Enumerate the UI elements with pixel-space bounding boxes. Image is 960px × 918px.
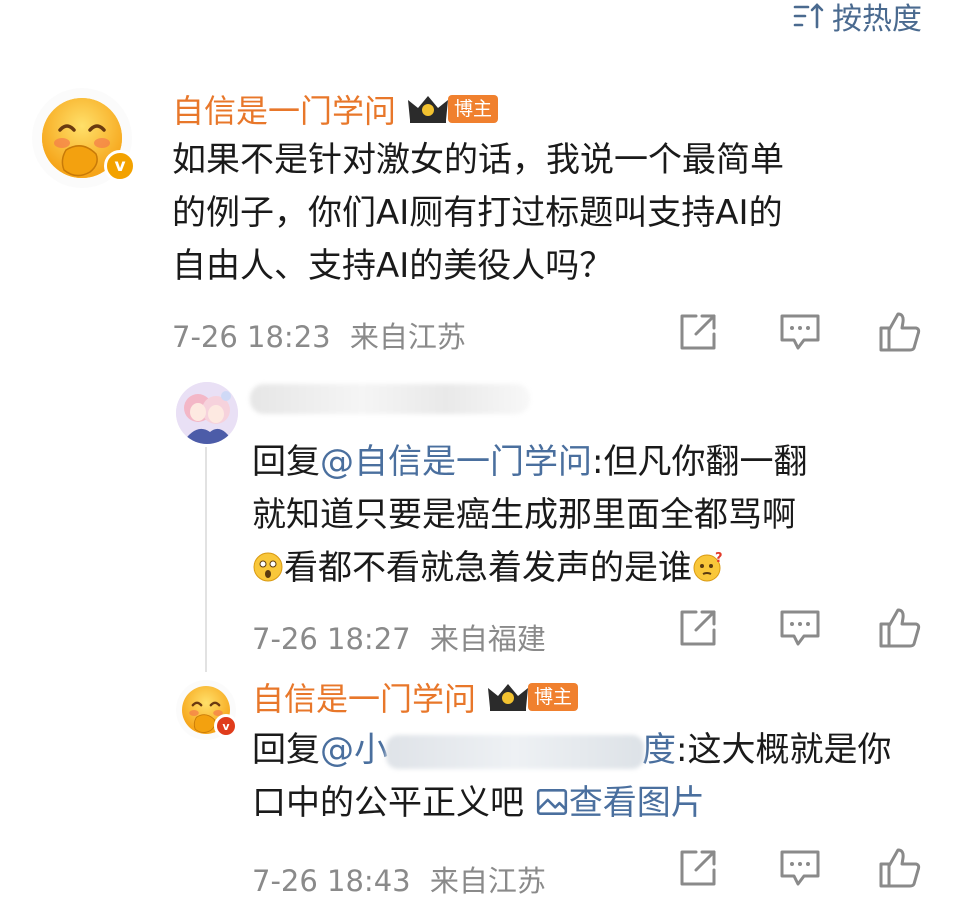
reply-text: 回复@小 度:这大概就是你 口中的公平正义吧 查看图片 — [252, 730, 892, 823]
share-icon[interactable] — [676, 310, 720, 354]
verified-icon: v — [214, 714, 238, 738]
avatar[interactable] — [176, 382, 238, 444]
reply-author[interactable]: 自信是一门学问 博主 — [252, 674, 579, 720]
crown-icon — [408, 96, 449, 123]
comment-icon[interactable] — [778, 310, 822, 354]
sort-icon — [793, 3, 824, 29]
verified-icon: v — [104, 150, 136, 182]
reply-text: 回复@自信是一门学问:但凡你翻一翻 就知道只要是癌生成那里面全都骂啊 看都不看就… — [252, 442, 808, 588]
comment-time: 7-26 18:23 — [172, 320, 331, 354]
emoji-question-icon: ? — [693, 551, 723, 582]
sort-by-hot-button[interactable]: 按热度 — [792, 0, 922, 38]
reply-meta: 7-26 18:43 来自江苏 — [252, 858, 546, 900]
comment-actions — [676, 310, 922, 354]
comment-icon[interactable] — [778, 846, 822, 890]
mention-link[interactable]: @小度 — [320, 730, 676, 770]
comment-meta: 7-26 18:23 来自江苏 — [172, 314, 466, 356]
like-icon[interactable] — [878, 846, 922, 890]
share-icon[interactable] — [676, 606, 720, 650]
emoji-surprised-icon — [253, 552, 283, 582]
mention-blurred — [386, 734, 644, 769]
comment-text: 如果不是针对激女的话，我说一个最简单 的例子，你们AI厕有打过标题叫支持AI的 … — [172, 140, 784, 286]
thread-line — [205, 447, 207, 672]
svg-text:?: ? — [715, 551, 723, 566]
comment-location: 来自江苏 — [349, 320, 466, 354]
sort-label: 按热度 — [832, 2, 922, 37]
reply-location: 来自福建 — [429, 622, 546, 656]
reply-time: 7-26 18:27 — [252, 622, 411, 656]
blogger-badge: 博主 — [448, 95, 499, 123]
crown-icon — [488, 684, 529, 711]
blogger-badge: 博主 — [528, 683, 579, 711]
reply-actions — [676, 846, 922, 890]
mention-link[interactable]: @自信是一门学问 — [320, 442, 592, 482]
share-icon[interactable] — [676, 846, 720, 890]
like-icon[interactable] — [878, 606, 922, 650]
comment-author[interactable]: 自信是一门学问 博主 — [172, 86, 499, 132]
like-icon[interactable] — [878, 310, 922, 354]
anime-avatar-icon — [176, 382, 238, 444]
reply-location: 来自江苏 — [429, 864, 546, 898]
view-picture-link[interactable]: 查看图片 — [535, 783, 705, 823]
reply-meta: 7-26 18:27 来自福建 — [252, 616, 546, 658]
avatar[interactable]: v — [176, 680, 238, 740]
comment-icon[interactable] — [778, 606, 822, 650]
picture-icon — [536, 789, 567, 815]
reply-author-blurred[interactable] — [250, 384, 530, 414]
avatar[interactable]: v — [32, 88, 136, 188]
reply-time: 7-26 18:43 — [252, 864, 411, 898]
reply-actions — [676, 606, 922, 650]
